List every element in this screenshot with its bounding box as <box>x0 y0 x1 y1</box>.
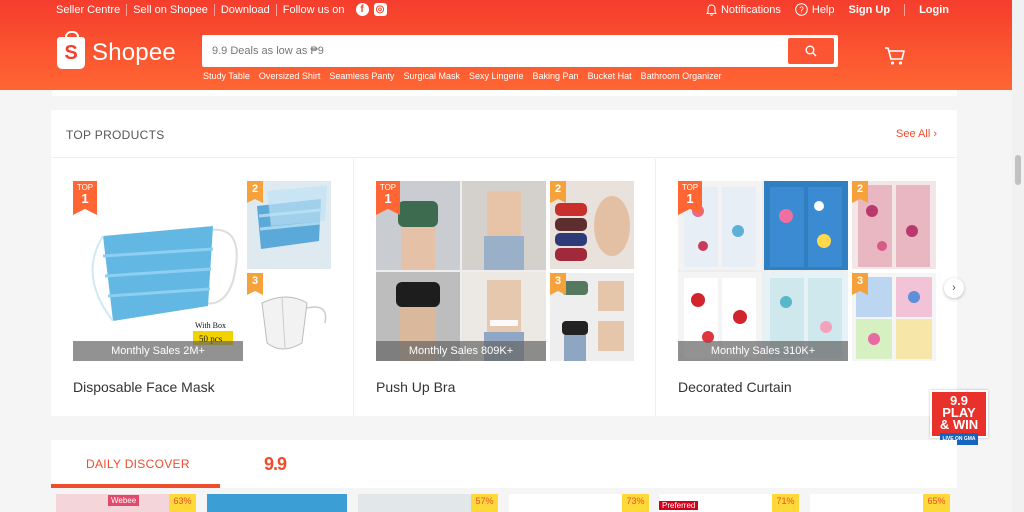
product-image-rank-3: 3 <box>247 273 331 361</box>
promo-line-2: & WIN <box>939 417 979 432</box>
product-tile[interactable]: 57% <box>358 494 498 512</box>
product-image-rank-2: 2 <box>247 181 331 269</box>
help-icon: ? <box>795 3 808 16</box>
search-button[interactable] <box>788 38 834 64</box>
cart-icon <box>885 47 905 65</box>
product-name[interactable]: Push Up Bra <box>376 379 455 395</box>
monthly-sales: Monthly Sales 809K+ <box>376 341 546 361</box>
product-tile[interactable]: Preferred 71% <box>659 494 799 512</box>
product-name[interactable]: Decorated Curtain <box>678 379 792 395</box>
facebook-icon[interactable]: f <box>355 3 369 16</box>
notifications-label: Notifications <box>720 3 781 16</box>
discount-badge: 57% <box>471 494 498 512</box>
search-hints: Study Table Oversized Shirt Seamless Pan… <box>203 71 722 81</box>
shopee-bag-icon: S <box>57 31 85 69</box>
search-hint[interactable]: Baking Pan <box>533 71 579 81</box>
top-products-header: TOP PRODUCTS See All › <box>51 110 957 158</box>
search-hint[interactable]: Seamless Panty <box>329 71 394 81</box>
product-image-rank-3: 3 <box>550 273 634 361</box>
brand-name: Shopee <box>92 39 176 66</box>
product-image-rank-2: 2 <box>550 181 634 269</box>
top-products-title: TOP PRODUCTS <box>66 128 165 142</box>
login-link[interactable]: Login <box>919 4 949 16</box>
promo-floating-banner[interactable]: 9.9 PLAY & WIN LIVE ON GMA <box>930 390 988 445</box>
monthly-sales: Monthly Sales 310K+ <box>678 341 848 361</box>
help-label: Help <box>811 3 835 16</box>
see-all-label: See All <box>896 128 931 140</box>
chevron-right-icon: › <box>933 128 937 140</box>
scrollbar-thumb[interactable] <box>1015 155 1021 185</box>
bell-icon <box>706 3 717 16</box>
shop-tag: Webee <box>108 495 140 506</box>
discount-badge: 65% <box>923 494 950 512</box>
top-product-card[interactable]: With Box 50 pcs TOP 1 Monthly Sales 2M+ 2… <box>51 159 353 416</box>
search-icon <box>805 45 817 57</box>
search-input[interactable] <box>212 42 772 60</box>
divider <box>904 3 906 16</box>
download-link[interactable]: Download <box>215 3 277 16</box>
sell-on-shopee-link[interactable]: Sell on Shopee <box>127 3 215 16</box>
discount-badge: 63% <box>169 494 196 512</box>
follow-us-label: Follow us on <box>282 3 345 16</box>
topbar-right: Notifications ? Help Sign Up Login <box>692 3 949 16</box>
search-hint[interactable]: Bucket Hat <box>588 71 632 81</box>
tab-daily-discover[interactable]: DAILY DISCOVER <box>86 457 190 471</box>
top-products-section: TOP PRODUCTS See All › With Box 50 pcs T… <box>51 110 957 416</box>
product-image-rank-3: 3 <box>852 273 936 361</box>
product-image-rank-2: 2 <box>852 181 936 269</box>
product-tile[interactable]: 65% <box>810 494 950 512</box>
signup-link[interactable]: Sign Up <box>849 4 891 16</box>
search-hint[interactable]: Study Table <box>203 71 250 81</box>
product-image-main: TOP 1 Monthly Sales 310K+ <box>678 181 848 361</box>
tab-9-9[interactable]: 9.9 <box>264 454 287 475</box>
instagram-icon[interactable]: ◎ <box>373 3 387 16</box>
svg-text:?: ? <box>799 5 804 14</box>
search-hint[interactable]: Oversized Shirt <box>259 71 321 81</box>
daily-discover-grid: Webee 63% 57% 73% Preferred 71% 65% <box>56 494 956 512</box>
header: Seller Centre Sell on Shopee Download Fo… <box>0 0 1024 90</box>
category-strip-edge <box>52 90 957 96</box>
badge-number: 1 <box>686 191 694 206</box>
carousel-next-button[interactable]: › <box>944 278 964 298</box>
help-link[interactable]: ? Help <box>795 3 835 16</box>
badge-number: 1 <box>81 191 89 206</box>
search-hint[interactable]: Surgical Mask <box>403 71 460 81</box>
topbar-left: Seller Centre Sell on Shopee Download Fo… <box>56 3 387 16</box>
monthly-sales: Monthly Sales 2M+ <box>73 341 243 361</box>
product-tile[interactable] <box>207 494 347 512</box>
product-tile[interactable]: Webee 63% <box>56 494 196 512</box>
top-product-card[interactable]: TOP 1 Monthly Sales 310K+ 2 3 Decorated C… <box>655 159 957 416</box>
search-bar <box>202 35 838 67</box>
active-tab-indicator <box>51 484 220 488</box>
shopee-logo[interactable]: S Shopee <box>57 31 176 69</box>
daily-discover-header: DAILY DISCOVER 9.9 <box>51 440 957 488</box>
product-image-main: With Box 50 pcs TOP 1 Monthly Sales 2M+ <box>73 181 243 361</box>
search-hint[interactable]: Sexy Lingerie <box>469 71 524 81</box>
see-all-link[interactable]: See All › <box>896 128 937 140</box>
seller-centre-link[interactable]: Seller Centre <box>56 3 128 16</box>
product-image-main: TOP 1 Monthly Sales 809K+ <box>376 181 546 361</box>
product-tile[interactable]: 73% <box>509 494 649 512</box>
product-name[interactable]: Disposable Face Mask <box>73 379 215 395</box>
top-product-card[interactable]: TOP 1 Monthly Sales 809K+ 2 3 Push Up Bra <box>353 159 655 416</box>
badge-number: 1 <box>384 191 392 206</box>
promo-line-1: 9.9 PLAY <box>942 393 976 420</box>
preferred-tag: Preferred <box>659 501 699 510</box>
chevron-right-icon: › <box>952 282 956 294</box>
discount-badge: 71% <box>772 494 799 512</box>
mask-caption: With Box <box>195 321 226 330</box>
cart-button[interactable] <box>884 46 906 71</box>
notifications-link[interactable]: Notifications <box>706 4 781 16</box>
page-scrollbar[interactable] <box>1012 0 1024 512</box>
discount-badge: 73% <box>622 494 649 512</box>
search-hint[interactable]: Bathroom Organizer <box>641 71 722 81</box>
